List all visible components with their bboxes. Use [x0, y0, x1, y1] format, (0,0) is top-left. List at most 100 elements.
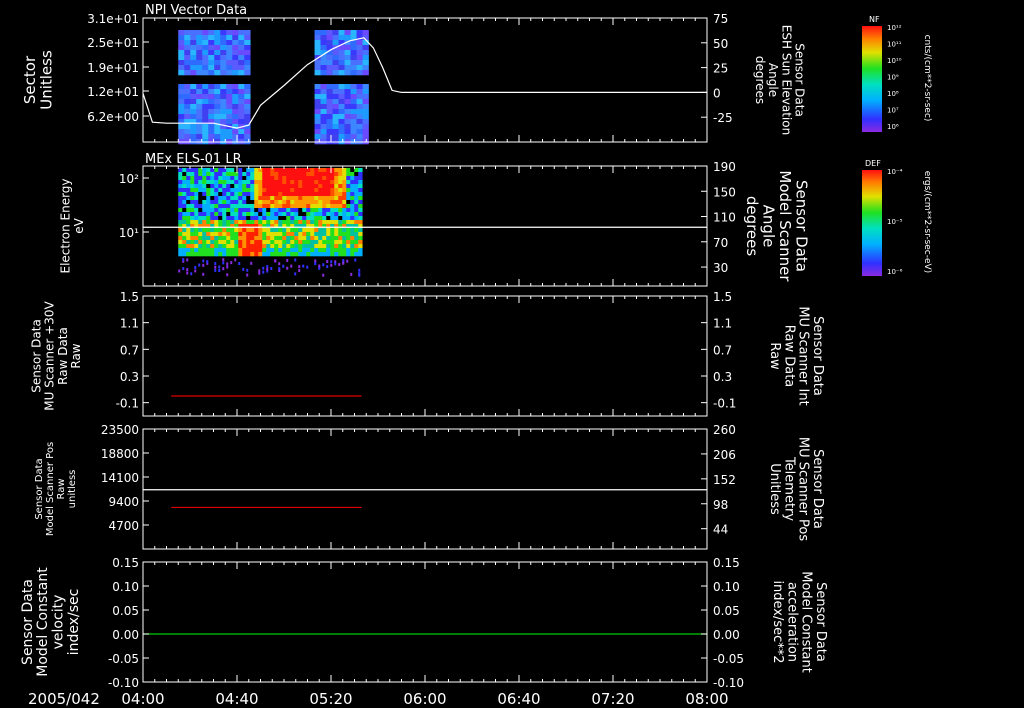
- spectrogram-cell: [258, 240, 263, 245]
- heatmap-cell: [238, 104, 245, 110]
- spectrogram-cell: [214, 248, 219, 253]
- heatmap-cell: [202, 94, 209, 100]
- spectrogram-cell: [354, 192, 359, 197]
- heatmap-cell: [190, 89, 197, 95]
- colorbar-nf-units: cnts/(cm**2-sr-sec): [922, 35, 932, 122]
- spectrogram-cell: [198, 200, 203, 205]
- spectrogram-cell: [302, 208, 307, 213]
- panel-1-y2label-line: Sensor Data: [793, 43, 807, 117]
- spectrogram-cell: [274, 200, 279, 205]
- spectrogram-cell: [342, 208, 347, 213]
- spectrogram-cell: [318, 228, 323, 233]
- spectrogram-cell: [342, 248, 347, 253]
- heatmap-cell: [356, 40, 363, 46]
- spectrogram-cell: [346, 216, 351, 221]
- heatmap-cell: [214, 60, 221, 66]
- spectrogram-cell: [186, 236, 191, 241]
- heatmap-cell: [332, 134, 339, 140]
- heatmap-cell: [226, 89, 233, 95]
- heatmap-cell: [214, 129, 221, 135]
- heatmap-cell: [338, 89, 345, 95]
- spectrogram-cell: [234, 248, 239, 253]
- heatmap-cell: [338, 70, 345, 76]
- spectrogram-cell: [214, 180, 219, 185]
- colorbar-nf: [862, 26, 882, 132]
- spectrogram-cell: [186, 216, 191, 221]
- spectrogram-cell: [322, 212, 327, 217]
- spectrogram-cell: [202, 232, 207, 237]
- heatmap-cell: [332, 119, 339, 125]
- spectrogram-cell: [242, 184, 247, 189]
- spectrogram-cell: [346, 244, 351, 249]
- spectrogram-cell: [294, 248, 299, 253]
- heatmap-cell: [314, 30, 321, 36]
- spectrogram-cell: [230, 252, 235, 257]
- heatmap-cell: [184, 114, 191, 120]
- spectrogram-cell: [330, 252, 335, 257]
- heatmap-cell: [214, 50, 221, 56]
- spectrogram-speckle: [186, 268, 189, 272]
- spectrogram-cell: [294, 236, 299, 241]
- spectrogram-cell: [186, 220, 191, 225]
- heatmap-cell: [314, 134, 321, 140]
- spectrogram-cell: [334, 184, 339, 189]
- spectrogram-cell: [194, 172, 199, 177]
- heatmap-cell: [244, 35, 251, 41]
- spectrogram-cell: [270, 220, 275, 225]
- panel-4-ylabel: Sensor Data Model Scanner Pos Raw unitless: [34, 442, 78, 536]
- heatmap-cell: [350, 99, 357, 105]
- spectrogram-cell: [210, 204, 215, 209]
- heatmap-cell: [196, 60, 203, 66]
- heatmap-cell: [338, 129, 345, 135]
- spectrogram-cell: [178, 204, 183, 209]
- spectrogram-speckle: [338, 263, 341, 267]
- spectrogram-speckle: [334, 262, 337, 266]
- heatmap-cell: [326, 99, 333, 105]
- spectrogram-cell: [218, 228, 223, 233]
- heatmap-cell: [208, 99, 215, 105]
- spectrogram-cell: [186, 232, 191, 237]
- heatmap-cell: [350, 134, 357, 140]
- spectrogram-cell: [334, 228, 339, 233]
- spectrogram-cell: [206, 240, 211, 245]
- heatmap-cell: [344, 65, 351, 71]
- heatmap-cell: [244, 45, 251, 51]
- spectrogram-cell: [214, 212, 219, 217]
- spectrogram-cell: [178, 172, 183, 177]
- panel-1-y2label-line: Angle: [766, 63, 780, 97]
- spectrogram-cell: [334, 172, 339, 177]
- spectrogram-cell: [234, 212, 239, 217]
- spectrogram-cell: [286, 252, 291, 257]
- panel-2-ylabel-line: eV: [72, 217, 86, 233]
- spectrogram-cell: [214, 168, 219, 173]
- spectrogram-cell: [306, 212, 311, 217]
- spectrogram-cell: [206, 184, 211, 189]
- heatmap-cell: [202, 99, 209, 105]
- spectrogram-cell: [270, 248, 275, 253]
- spectrogram-cell: [190, 200, 195, 205]
- spectrogram-cell: [302, 216, 307, 221]
- heatmap-cell: [178, 84, 185, 90]
- y2-tick-label: 110: [713, 211, 736, 225]
- spectrogram-cell: [194, 204, 199, 209]
- y2-tick-label: -0.05: [713, 652, 744, 666]
- spectrogram-cell: [326, 180, 331, 185]
- spectrogram-cell: [190, 236, 195, 241]
- spectrogram-speckle: [330, 263, 333, 267]
- spectrogram-cell: [178, 208, 183, 213]
- spectrogram-cell: [350, 236, 355, 241]
- spectrogram-cell: [286, 248, 291, 253]
- heatmap-cell: [232, 50, 239, 56]
- spectrogram-cell: [326, 220, 331, 225]
- heatmap-cell: [320, 134, 327, 140]
- spectrogram-cell: [230, 248, 235, 253]
- spectrogram-cell: [230, 236, 235, 241]
- heatmap-cell: [220, 104, 227, 110]
- spectrogram-cell: [298, 188, 303, 193]
- spectrogram-cell: [190, 172, 195, 177]
- heatmap-cell: [214, 55, 221, 61]
- spectrogram-cell: [262, 240, 267, 245]
- heatmap-cell: [232, 114, 239, 120]
- heatmap-cell: [238, 45, 245, 51]
- heatmap-cell: [356, 60, 363, 66]
